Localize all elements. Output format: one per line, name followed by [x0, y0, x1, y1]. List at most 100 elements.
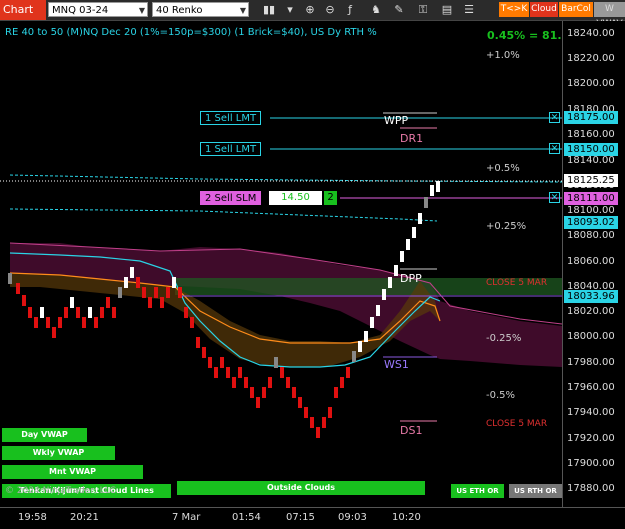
sell-limit-order-1[interactable]: 1 Sell LMT — [200, 111, 262, 125]
indicators-icon[interactable]: ƒ — [343, 2, 357, 17]
renko-brick — [46, 317, 50, 328]
tk-toggle-button[interactable]: T<>K — [499, 2, 529, 17]
close-label-1: CLOSE 5 MAR — [486, 278, 548, 288]
bar-type-selector[interactable]: 40 Renko ▼ — [152, 2, 249, 17]
draw-icon[interactable]: ✎ — [392, 2, 406, 17]
cloud-toggle-button[interactable]: Cloud — [530, 2, 558, 17]
renko-brick — [94, 317, 98, 328]
renko-brick — [8, 273, 12, 284]
price-tick-label: 18080.00 — [567, 230, 615, 241]
renko-brick — [292, 387, 296, 398]
price-marker: 18150.00 — [564, 143, 618, 156]
renko-brick — [160, 297, 164, 308]
renko-brick — [232, 377, 236, 388]
time-tick-label: 10:20 — [392, 512, 421, 523]
renko-brick — [226, 367, 230, 378]
renko-brick — [322, 417, 326, 428]
us-eth-or-button[interactable]: US ETH OR — [451, 484, 504, 498]
renko-brick — [100, 307, 104, 318]
vwav-toggle-button[interactable]: W VWAV — [594, 2, 625, 29]
sell-stop-order[interactable]: 2 Sell SLM — [200, 191, 262, 205]
close-label-2: CLOSE 5 MAR — [486, 419, 548, 429]
renko-brick — [58, 317, 62, 328]
renko-brick — [268, 377, 272, 388]
close-icon[interactable]: ✕ — [549, 143, 560, 154]
price-tick-label: 18160.00 — [567, 129, 615, 140]
renko-brick — [262, 387, 266, 398]
renko-brick — [436, 181, 440, 192]
renko-brick — [64, 307, 68, 318]
renko-brick — [280, 367, 284, 378]
renko-brick — [298, 397, 302, 408]
zoom-out-icon[interactable]: ⊖ — [323, 2, 337, 17]
barcol-toggle-button[interactable]: BarCol — [559, 2, 593, 17]
renko-brick — [346, 367, 350, 378]
properties-icon[interactable]: ☰ — [462, 2, 476, 17]
strategy-icon[interactable]: ♞ — [369, 2, 383, 17]
renko-brick — [34, 317, 38, 328]
renko-brick — [184, 307, 188, 318]
renko-brick — [172, 277, 176, 288]
sell-limit-order-2[interactable]: 1 Sell LMT — [200, 142, 262, 156]
dropdown-icon[interactable]: ▾ — [283, 2, 297, 17]
order-quantity-badge: 2 — [324, 191, 337, 205]
price-marker: 18111.00 — [564, 192, 618, 205]
stop-offset-value[interactable]: 14.50 — [269, 191, 322, 205]
renko-brick — [118, 287, 122, 298]
renko-brick — [430, 185, 434, 196]
close-icon[interactable]: ✕ — [549, 192, 560, 203]
renko-brick — [352, 351, 356, 362]
price-marker: 18125.25 — [564, 174, 618, 187]
renko-brick — [256, 397, 260, 408]
weekly-vwap-button[interactable]: Wkly VWAP — [2, 446, 115, 460]
bars-icon[interactable]: ▮▮ — [262, 2, 276, 17]
us-rth-or-button[interactable]: US RTH OR — [509, 484, 562, 498]
day-vwap-button[interactable]: Day VWAP — [2, 428, 87, 442]
renko-brick — [310, 417, 314, 428]
price-tick-label: 18200.00 — [567, 78, 615, 89]
renko-brick — [364, 331, 368, 342]
chart-toolbar: Chart MNQ 03-24 ▼ 40 Renko ▼ ▮▮ ▾ ⊕ ⊖ ƒ ♞ … — [0, 0, 625, 29]
zoom-in-icon[interactable]: ⊕ — [303, 2, 317, 17]
renko-brick — [340, 377, 344, 388]
renko-brick — [40, 307, 44, 318]
renko-brick — [382, 289, 386, 300]
renko-brick — [22, 295, 26, 306]
chart-tab[interactable]: Chart — [0, 0, 46, 20]
price-tick-label: 17900.00 — [567, 458, 615, 469]
renko-brick — [28, 307, 32, 318]
renko-brick — [190, 317, 194, 328]
copyright-text: © 2024 NinjaTrader, LLC — [5, 486, 116, 496]
wpp-label: WPP — [384, 114, 409, 127]
renko-brick — [334, 387, 338, 398]
price-tick-label: 18240.00 — [567, 28, 615, 39]
dpp-label: DPP — [400, 272, 422, 285]
outside-clouds-button[interactable]: Outside Clouds — [177, 481, 425, 495]
time-tick-label: 20:21 — [70, 512, 99, 523]
renko-brick — [106, 297, 110, 308]
renko-brick — [70, 297, 74, 308]
chevron-down-icon: ▼ — [239, 6, 246, 15]
renko-brick — [124, 277, 128, 288]
price-axis[interactable]: 18240.00 18220.00 18200.00 18180.00 18160.00… — [562, 21, 625, 507]
chart-trader-icon[interactable]: ▤ — [440, 2, 454, 17]
renko-brick — [178, 287, 182, 298]
minus-05pct-label: -0.5% — [486, 390, 516, 401]
instrument-label: MNQ 03-24 — [52, 5, 109, 16]
close-icon[interactable]: ✕ — [549, 112, 560, 123]
renko-brick — [136, 277, 140, 288]
time-axis[interactable]: 19:58 20:21 7 Mar 01:54 07:15 09:03 10:20 — [0, 507, 625, 529]
renko-brick — [286, 377, 290, 388]
bar-type-label: 40 Renko — [156, 5, 203, 16]
instrument-selector[interactable]: MNQ 03-24 ▼ — [48, 2, 148, 17]
renko-brick — [370, 317, 374, 328]
time-tick-label: 19:58 — [18, 512, 47, 523]
lock-icon[interactable]: ⚿ — [416, 2, 430, 17]
time-tick-label: 09:03 — [338, 512, 367, 523]
renko-brick — [130, 267, 134, 278]
price-tick-label: 17880.00 — [567, 483, 615, 494]
dr1-label: DR1 — [400, 132, 424, 145]
renko-brick — [142, 287, 146, 298]
price-tick-label: 18060.00 — [567, 256, 615, 267]
monthly-vwap-button[interactable]: Mnt VWAP — [2, 465, 143, 479]
